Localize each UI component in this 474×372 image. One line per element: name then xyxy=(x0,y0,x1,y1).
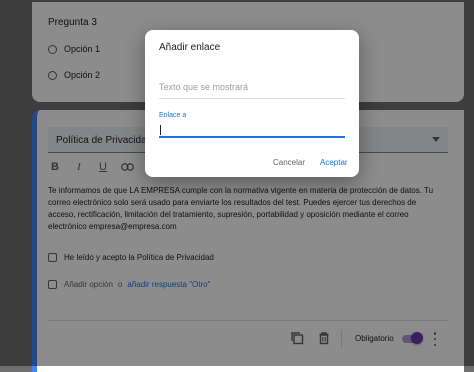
accept-button[interactable]: Aceptar xyxy=(320,158,348,167)
cancel-button[interactable]: Cancelar xyxy=(273,158,305,167)
display-text-input[interactable]: Texto que se mostrará xyxy=(159,82,345,99)
link-url-input[interactable] xyxy=(159,122,345,138)
add-link-dialog: Añadir enlace Texto que se mostrará Enla… xyxy=(145,30,359,177)
text-caret xyxy=(160,125,161,135)
link-field-label: Enlace a xyxy=(159,112,187,119)
dialog-title: Añadir enlace xyxy=(159,42,221,53)
